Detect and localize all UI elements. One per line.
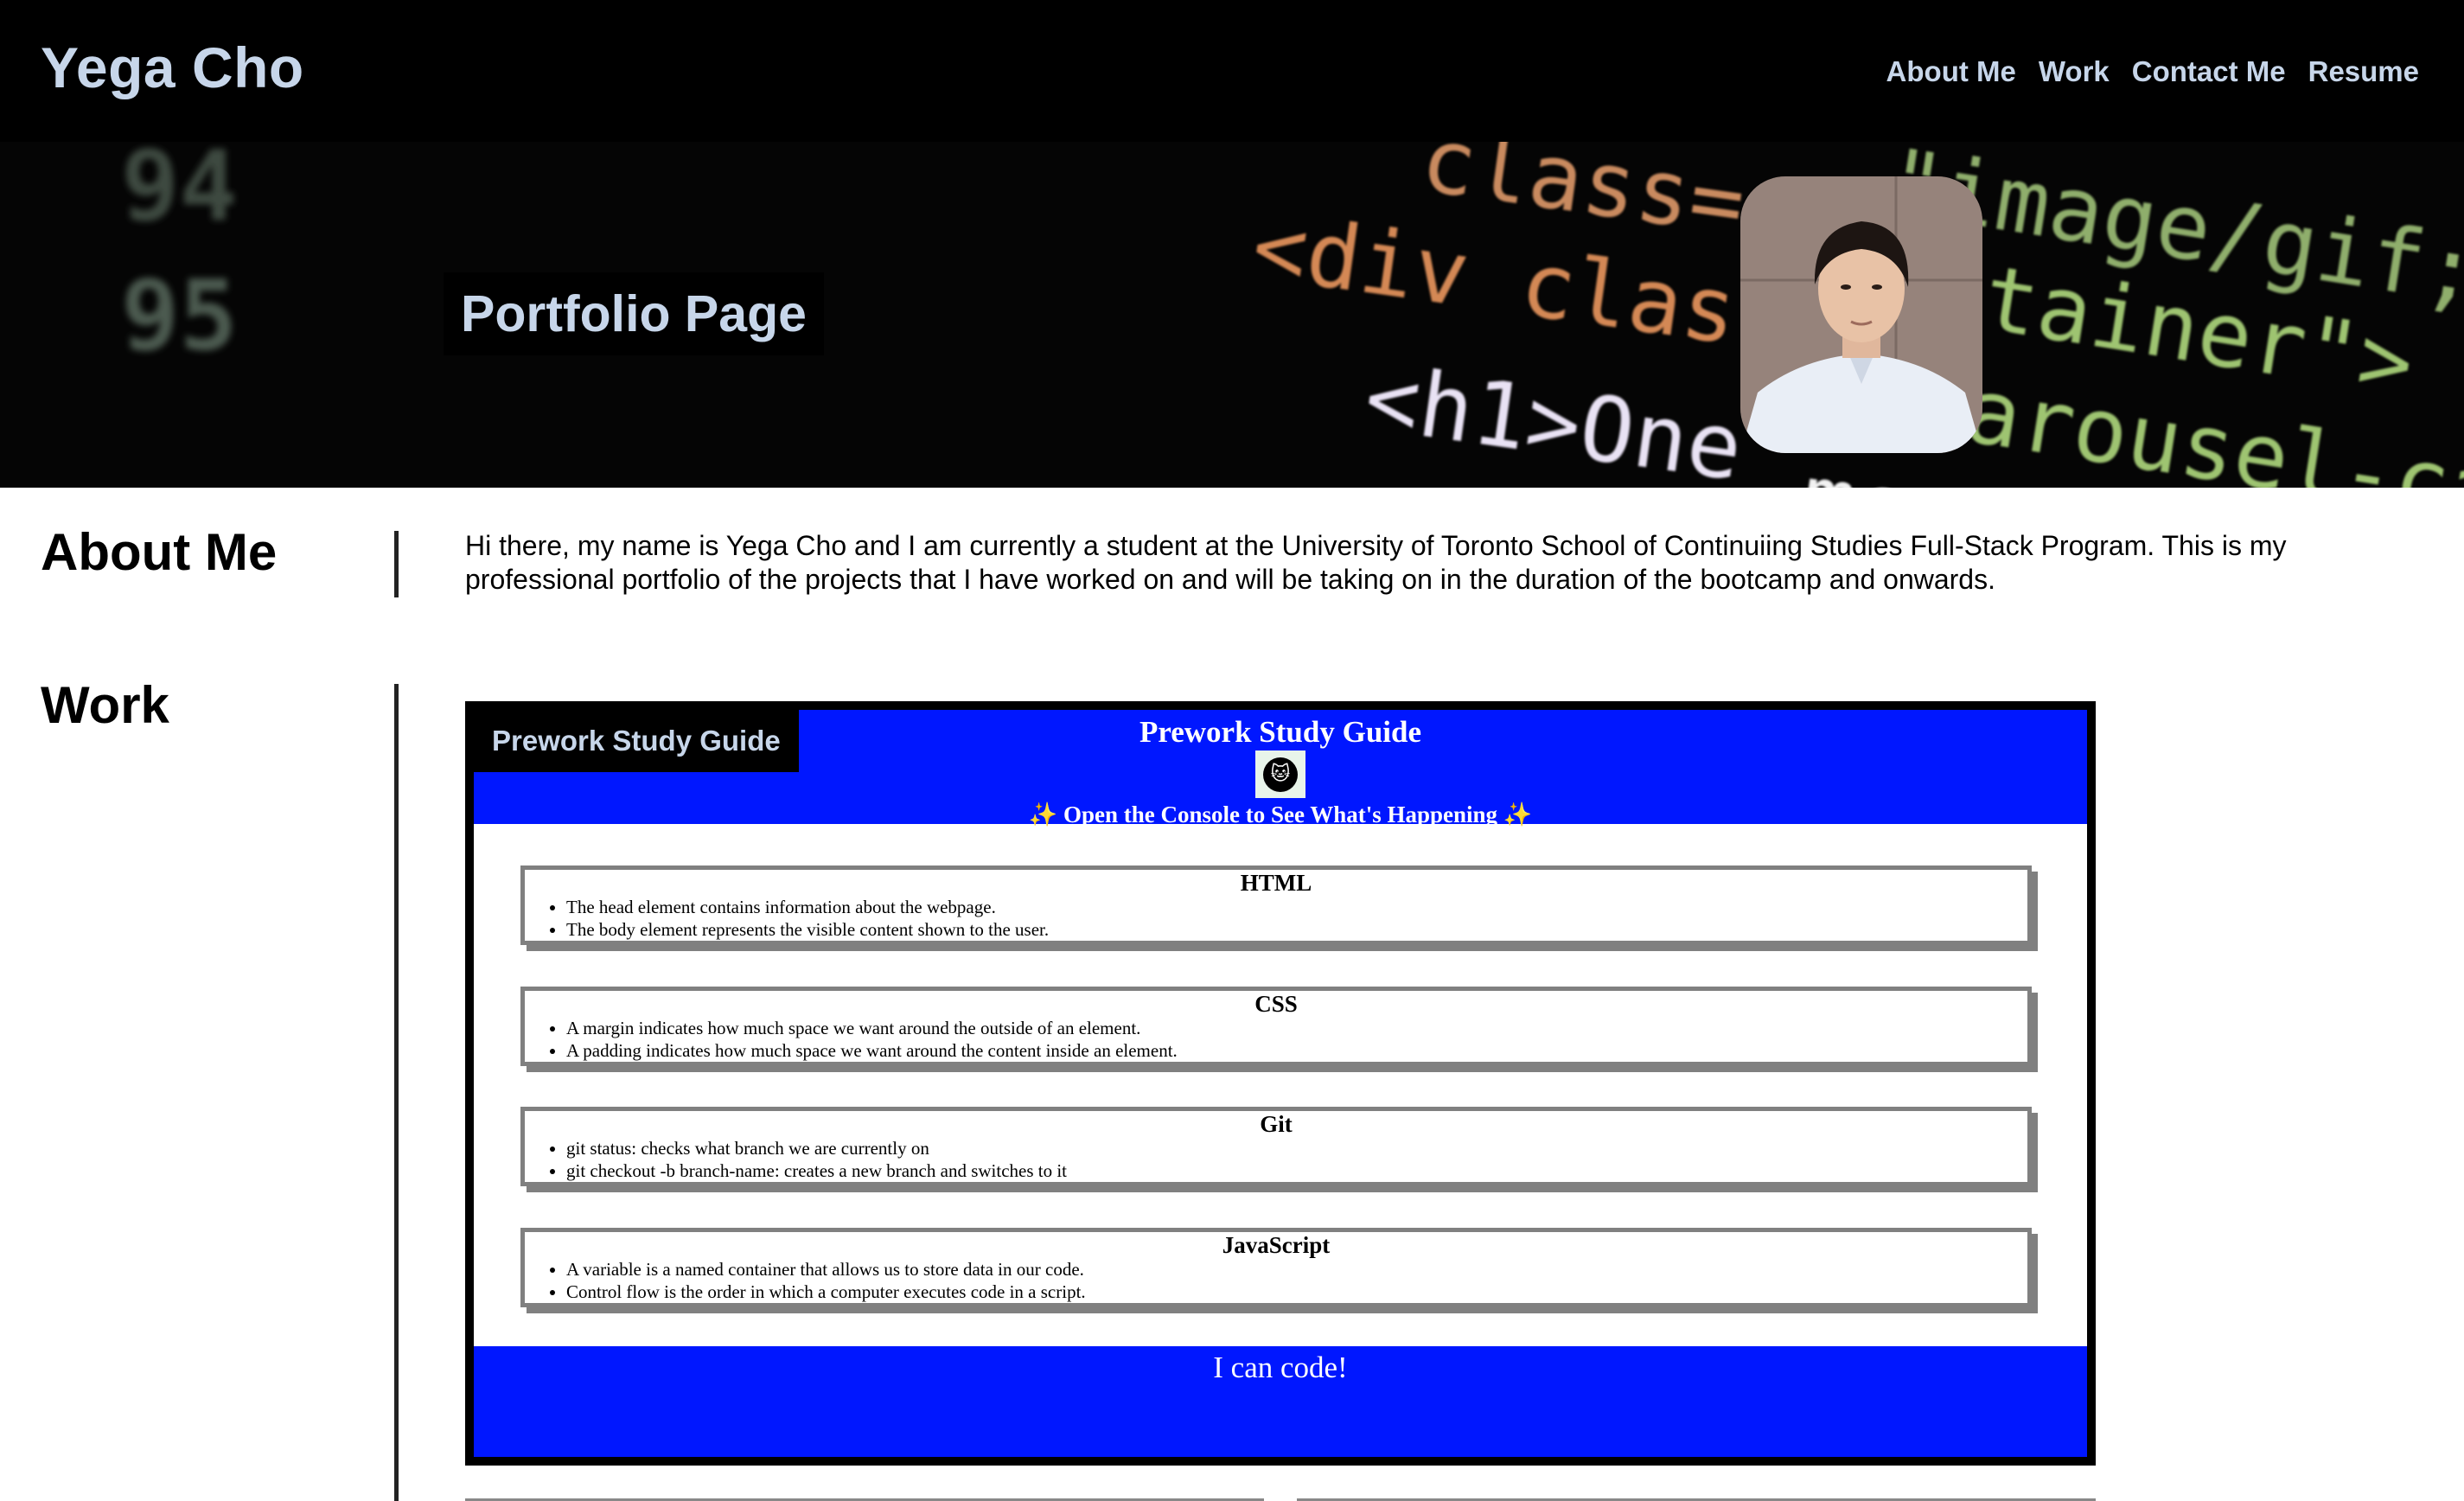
- nav-link-resume[interactable]: Resume: [2308, 55, 2419, 88]
- topic-title: HTML: [1240, 870, 1312, 896]
- list-item: The head element contains information ab…: [566, 896, 2027, 918]
- nav-link-about-me[interactable]: About Me: [1886, 55, 2016, 88]
- about-me-text: Hi there, my name is Yega Cho and I am c…: [465, 530, 2287, 595]
- hero-banner: 94 95 class= "image/gif;b <div clas tain…: [0, 142, 2464, 488]
- topic-title: CSS: [1254, 991, 1298, 1017]
- project-subtitle: ✨ Open the Console to See What's Happeni…: [1028, 802, 1533, 827]
- hero-title: Portfolio Page: [444, 272, 824, 355]
- nav-link-contact-me[interactable]: Contact Me: [2132, 55, 2286, 88]
- nav-link-work[interactable]: Work: [2039, 55, 2110, 88]
- topic-card-javascript: JavaScript A variable is a named contain…: [520, 1228, 2032, 1307]
- list-item: A variable is a named container that all…: [566, 1258, 2027, 1281]
- topic-title: JavaScript: [1222, 1232, 1331, 1258]
- bg-line-number: 94: [121, 142, 238, 243]
- list-item: git status: checks what branch we are cu…: [566, 1137, 2027, 1159]
- work-divider: [394, 684, 399, 1501]
- project-footer: I can code!: [474, 1346, 2087, 1457]
- bg-line-number: 95: [121, 260, 238, 373]
- site-brand[interactable]: Yega Cho: [41, 35, 304, 100]
- list-item: git checkout -b branch-name: creates a n…: [566, 1159, 2027, 1182]
- work-heading: Work: [41, 676, 169, 734]
- list-item: A margin indicates how much space we wan…: [566, 1017, 2027, 1039]
- site-header: Yega Cho About Me Work Contact Me Resume: [0, 0, 2464, 142]
- about-divider: [394, 531, 399, 597]
- cat-logo-icon: 🐱: [1255, 750, 1305, 798]
- topic-card-git: Git git status: checks what branch we ar…: [520, 1107, 2032, 1186]
- main-nav: About Me Work Contact Me Resume: [1886, 55, 2419, 88]
- project-card-prework-study-guide[interactable]: Prework Study Guide Prework Study Guide …: [465, 701, 2096, 1466]
- list-item: Control flow is the order in which a com…: [566, 1281, 2027, 1303]
- topic-card-html: HTML The head element contains informati…: [520, 865, 2032, 945]
- profile-photo: [1740, 176, 1982, 453]
- project-label[interactable]: Prework Study Guide: [474, 710, 799, 772]
- topic-title: Git: [1260, 1111, 1293, 1137]
- topic-card-css: CSS A margin indicates how much space we…: [520, 987, 2032, 1066]
- code-background-image: 94 95 class= "image/gif;b <div clas tain…: [121, 142, 2464, 488]
- about-me-heading: About Me: [41, 523, 278, 581]
- list-item: The body element represents the visible …: [566, 918, 2027, 941]
- list-item: A padding indicates how much space we wa…: [566, 1039, 2027, 1062]
- bg-code-text: <h1>One: [1359, 344, 1749, 488]
